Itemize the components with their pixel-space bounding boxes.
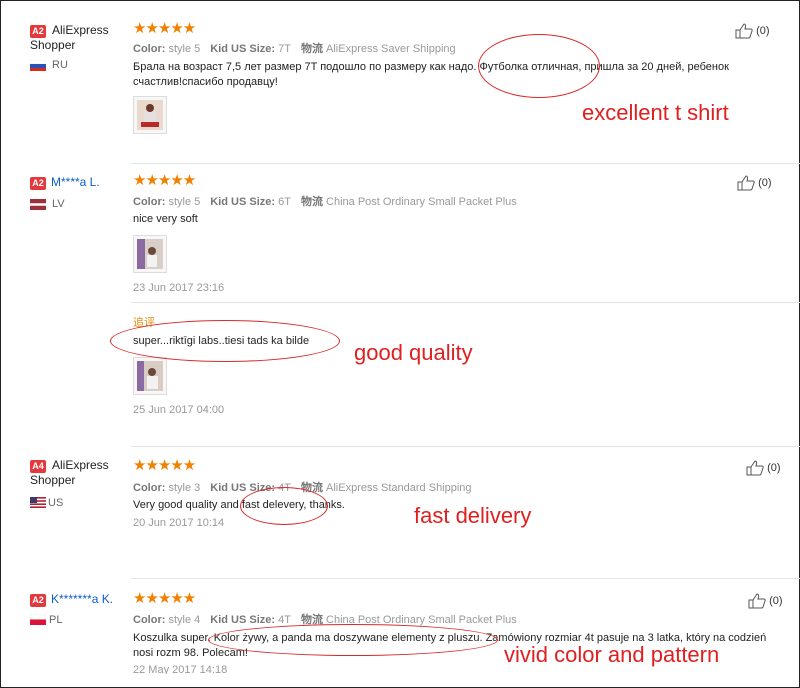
helpful-count: (0) bbox=[769, 594, 783, 607]
annotation-text: fast delivery bbox=[414, 503, 532, 528]
review-photo[interactable] bbox=[133, 235, 167, 273]
review-divider bbox=[131, 446, 800, 447]
photo-thumbnail-icon bbox=[137, 100, 163, 130]
helpful-count: (0) bbox=[758, 176, 772, 189]
flag-us-icon bbox=[30, 497, 46, 508]
helpful-count: (0) bbox=[767, 461, 781, 474]
flag-lv-icon bbox=[30, 199, 46, 210]
order-info: Color: style 5 Kid US Size: 7T 物流 AliExpre… bbox=[133, 43, 456, 55]
review-date: 23 Jun 2017 23:16 bbox=[133, 282, 225, 294]
buyer-level-badge: A2 bbox=[30, 594, 46, 607]
helpful-button[interactable]: (0) bbox=[746, 460, 781, 476]
rating-stars: ★★★★★ bbox=[133, 590, 196, 607]
helpful-button[interactable]: (0) bbox=[748, 593, 783, 609]
flag-ru-icon bbox=[30, 60, 46, 71]
buyer-country: RU bbox=[52, 59, 68, 71]
followup-date: 25 Jun 2017 04:00 bbox=[133, 404, 225, 414]
thumbs-up-icon bbox=[735, 23, 753, 39]
review-photo[interactable] bbox=[133, 96, 167, 134]
review-text: nice very soft bbox=[133, 213, 198, 225]
annotation-circle bbox=[110, 320, 340, 362]
review-text: Брала на возраст 7,5 лет размер 7T подош… bbox=[133, 61, 729, 88]
helpful-button[interactable]: (0) bbox=[735, 23, 770, 39]
buyer-country: PL bbox=[49, 614, 63, 626]
review-divider bbox=[131, 578, 800, 579]
annotation-circle bbox=[240, 487, 328, 525]
buyer-country: LV bbox=[52, 198, 65, 210]
thumbs-up-icon bbox=[746, 460, 764, 476]
buyer-name: AliExpress Shopper bbox=[30, 458, 109, 487]
thumbs-up-icon bbox=[737, 175, 755, 191]
annotation-circle bbox=[208, 624, 498, 656]
annotation-text: excellent t shirt bbox=[582, 100, 729, 125]
review-date: 20 Jun 2017 10:14 bbox=[133, 517, 225, 529]
review-divider bbox=[131, 163, 800, 164]
annotation-text: vivid color and pattern bbox=[504, 642, 720, 667]
annotation-text: good quality bbox=[354, 340, 473, 365]
flag-pl-icon bbox=[30, 614, 46, 625]
rating-stars: ★★★★★ bbox=[133, 20, 196, 37]
rating-stars: ★★★★★ bbox=[133, 457, 196, 474]
thumbs-up-icon bbox=[748, 593, 766, 609]
rating-stars: ★★★★★ bbox=[133, 172, 196, 189]
photo-thumbnail-icon bbox=[137, 361, 163, 391]
helpful-button[interactable]: (0) bbox=[737, 175, 772, 191]
buyer-name[interactable]: K*******a K. bbox=[51, 592, 113, 607]
annotation-circle bbox=[478, 34, 600, 98]
review-date: 22 May 2017 14:18 bbox=[133, 664, 228, 674]
buyer-level-badge: A2 bbox=[30, 177, 46, 190]
helpful-count: (0) bbox=[756, 24, 770, 37]
buyer-name[interactable]: M****a L. bbox=[51, 175, 100, 190]
buyer-country: US bbox=[48, 497, 64, 509]
followup-photo[interactable] bbox=[133, 357, 167, 395]
buyer-name: AliExpress Shopper bbox=[30, 23, 109, 52]
followup-divider bbox=[131, 302, 800, 303]
photo-thumbnail-icon bbox=[137, 239, 163, 269]
order-info: Color: style 5 Kid US Size: 6T 物流 China Po… bbox=[133, 196, 517, 208]
